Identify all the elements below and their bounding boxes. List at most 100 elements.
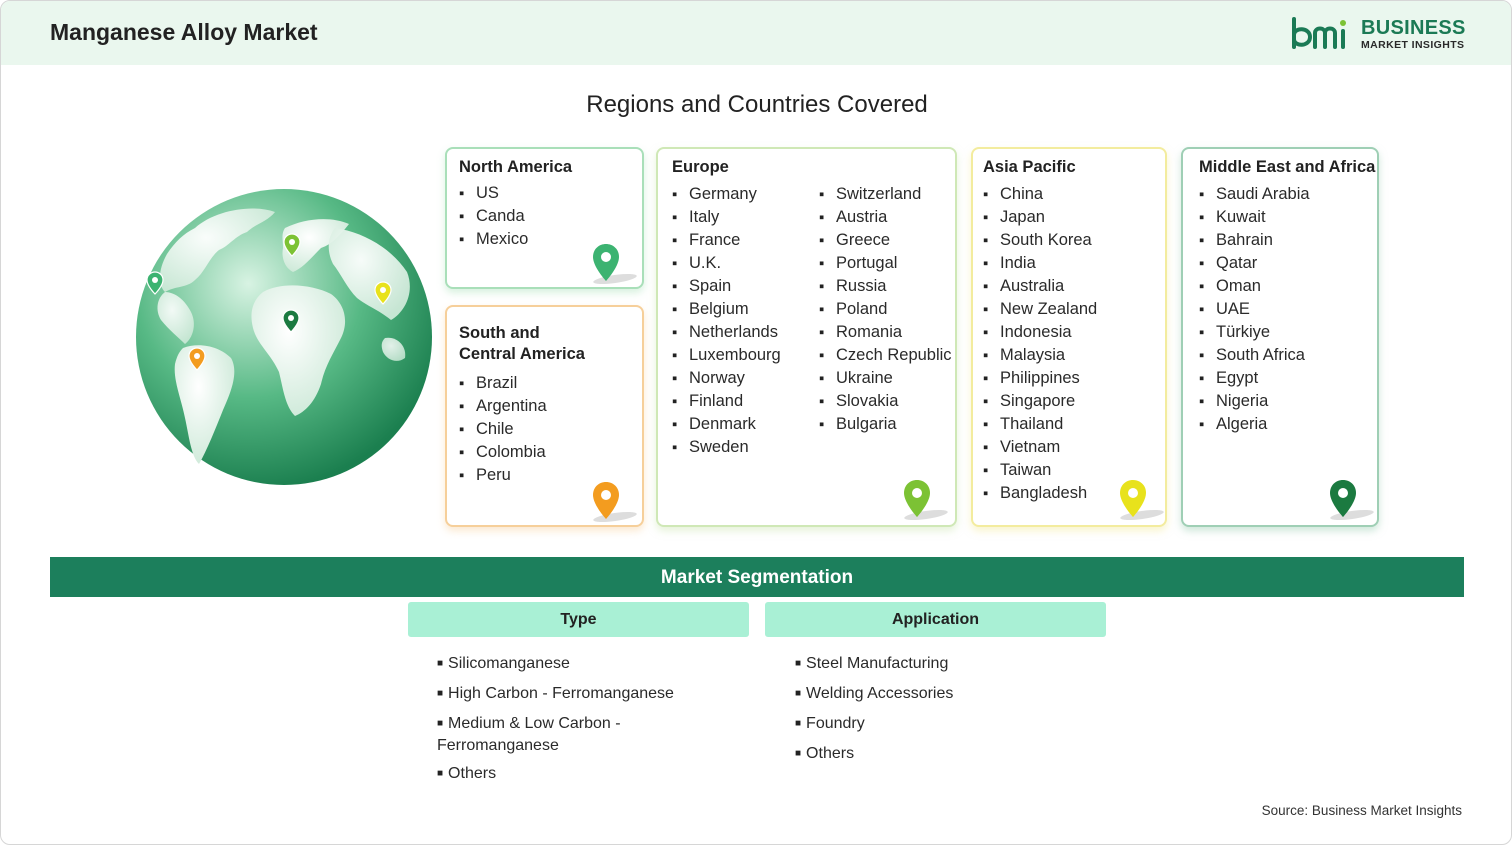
list-item: Australia (983, 275, 1097, 298)
list-item: Silicomanganese (437, 654, 677, 676)
list-item: UAE (1199, 298, 1310, 321)
segment-header-type: Type (408, 602, 749, 637)
list-item: Russia (819, 275, 952, 298)
segment-header-label: Application (891, 611, 980, 628)
type-segment-list: Silicomanganese High Carbon - Ferromanga… (437, 654, 717, 794)
list-item: Greece (819, 229, 952, 252)
list-item: Colombia (459, 441, 547, 464)
list-item: Portugal (819, 252, 952, 275)
list-item: Norway (672, 367, 781, 390)
list-item: Chile (459, 418, 547, 441)
list-item: Malaysia (983, 344, 1097, 367)
list-item: Argentina (459, 395, 547, 418)
list-item: US (459, 182, 528, 205)
bmi-logo-icon (1292, 17, 1346, 49)
region-title: South and Central America (459, 323, 585, 365)
list-item: Romania (819, 321, 952, 344)
country-list: Brazil Argentina Chile Colombia Peru (459, 372, 547, 487)
list-item: Czech Republic (819, 344, 952, 367)
application-segment-list: Steel Manufacturing Welding Accessories … (795, 654, 1035, 774)
list-item: Denmark (672, 413, 781, 436)
list-item: Bangladesh (983, 482, 1097, 505)
list-item: Egypt (1199, 367, 1310, 390)
list-item: Canda (459, 205, 528, 228)
list-item: Medium & Low Carbon - Ferromanganese (437, 714, 652, 756)
globe-illustration (136, 189, 432, 485)
list-item: Foundry (795, 714, 1035, 736)
segmentation-title: Market Segmentation (660, 567, 854, 588)
list-item: Vietnam (983, 436, 1097, 459)
list-item: France (672, 229, 781, 252)
list-item: Qatar (1199, 252, 1310, 275)
list-item: Others (437, 764, 677, 786)
page-title: Manganese Alloy Market (50, 19, 318, 45)
list-item: Ukraine (819, 367, 952, 390)
list-item: Sweden (672, 436, 781, 459)
list-item: Mexico (459, 228, 528, 251)
list-item: Austria (819, 206, 952, 229)
list-item: Welding Accessories (795, 684, 1035, 706)
list-item: Germany (672, 183, 781, 206)
source-note: Source: Business Market Insights (1261, 803, 1462, 818)
list-item: Luxembourg (672, 344, 781, 367)
logo-subtitle: MARKET INSIGHTS (1361, 39, 1465, 51)
list-item: Kuwait (1199, 206, 1310, 229)
region-title: Europe (672, 158, 729, 176)
list-item: Algeria (1199, 413, 1310, 436)
list-item: Peru (459, 464, 547, 487)
segmentation-banner: Market Segmentation (50, 557, 1464, 597)
list-item: High Carbon - Ferromanganese (437, 684, 717, 706)
map-pin-icon (593, 244, 637, 285)
segment-header-label: Type (560, 611, 597, 628)
list-item: Steel Manufacturing (795, 654, 1035, 676)
map-pin-icon (904, 480, 948, 521)
map-pin-icon (593, 482, 637, 523)
map-pin-icon (1120, 480, 1164, 521)
list-item: Saudi Arabia (1199, 183, 1310, 206)
region-card-north-america: North America US Canda Mexico (445, 147, 644, 289)
list-item: Oman (1199, 275, 1310, 298)
list-item: Italy (672, 206, 781, 229)
list-item: Singapore (983, 390, 1097, 413)
list-item: New Zealand (983, 298, 1097, 321)
list-item: China (983, 183, 1097, 206)
logo-wordmark: BUSINESS (1361, 17, 1466, 39)
segment-header-application: Application (765, 602, 1106, 637)
list-item: Türkiye (1199, 321, 1310, 344)
list-item: Spain (672, 275, 781, 298)
list-item: Nigeria (1199, 390, 1310, 413)
country-list: Saudi Arabia Kuwait Bahrain Qatar Oman U… (1199, 183, 1310, 436)
list-item: Indonesia (983, 321, 1097, 344)
list-item: Thailand (983, 413, 1097, 436)
country-list-col1: Germany Italy France U.K. Spain Belgium … (672, 183, 781, 459)
list-item: Japan (983, 206, 1097, 229)
infographic-frame: Manganese Alloy Market BUSINESS MARKET I… (0, 0, 1512, 845)
list-item: Belgium (672, 298, 781, 321)
list-item: Bahrain (1199, 229, 1310, 252)
list-item: Slovakia (819, 390, 952, 413)
list-item: Poland (819, 298, 952, 321)
region-card-europe: Europe Germany Italy France U.K. Spain B… (656, 147, 957, 527)
region-title: North America (459, 158, 573, 176)
country-list-col2: Switzerland Austria Greece Portugal Russ… (819, 183, 952, 436)
country-list: China Japan South Korea India Australia … (983, 183, 1097, 505)
list-item: U.K. (672, 252, 781, 275)
country-list: US Canda Mexico (459, 182, 528, 251)
regions-title: Regions and Countries Covered (586, 91, 928, 118)
list-item: Switzerland (819, 183, 952, 206)
list-item: Finland (672, 390, 781, 413)
list-item: Others (795, 744, 1035, 766)
region-title: Middle East and Africa (1199, 158, 1376, 176)
region-card-south-central-america: South and Central America Brazil Argenti… (445, 305, 644, 527)
list-item: Bulgaria (819, 413, 952, 436)
list-item: South Korea (983, 229, 1097, 252)
region-title-line: Central America (459, 345, 585, 363)
region-title-line: South and (459, 324, 540, 342)
list-item: Netherlands (672, 321, 781, 344)
list-item: India (983, 252, 1097, 275)
region-card-middle-east-africa: Middle East and Africa Saudi Arabia Kuwa… (1181, 147, 1379, 527)
list-item: Brazil (459, 372, 547, 395)
list-item: South Africa (1199, 344, 1310, 367)
list-item: Philippines (983, 367, 1097, 390)
header-bar: Manganese Alloy Market BUSINESS MARKET I… (1, 1, 1511, 65)
